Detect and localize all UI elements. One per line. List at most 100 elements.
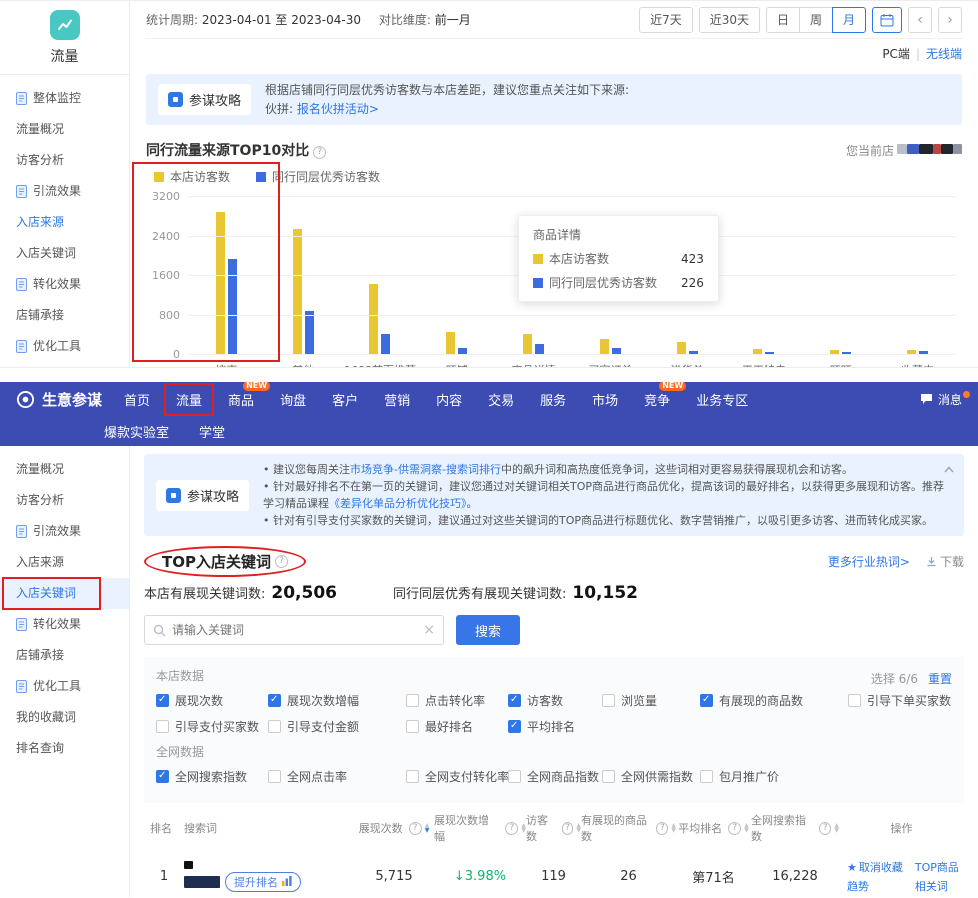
legend-item-2[interactable]: 同行同层优秀访客数 [256,168,380,185]
bar[interactable] [305,311,314,355]
store-checkbox-9[interactable]: 引导支付金额 [268,718,406,735]
info-icon[interactable] [505,822,518,835]
sidebar-item-10[interactable]: 排名查询 [0,733,129,764]
sidebar-item-5[interactable]: 入店来源 [0,207,129,238]
nav-item-10[interactable]: 市场 [592,390,618,409]
sidebar-item-7[interactable]: 店铺承接 [0,640,129,671]
nav-item-5[interactable]: 客户 [332,390,358,409]
sidebar-item-4[interactable]: 入店来源 [0,547,129,578]
advice-link[interactable]: 《差异化单品分析优化技巧》 [329,497,467,510]
download-button[interactable]: 下载 [926,553,964,570]
bar[interactable] [381,334,390,355]
boost-rank-button[interactable]: 提升排名 [225,872,301,892]
store-checkbox-10[interactable]: 最好排名 [406,718,508,735]
next-period-button[interactable] [938,7,962,33]
action-related-words[interactable]: 相关词 [915,878,959,894]
bar-group[interactable] [342,197,419,355]
network-checkbox-4[interactable]: 全网商品指数 [508,768,602,785]
range-button[interactable]: 周 [799,7,833,33]
sidebar-item-2[interactable]: 流量概况 [0,114,129,145]
store-checkbox-7[interactable]: 引导下单买家数 [848,692,952,709]
sidebar-item-5[interactable]: 入店关键词 [0,578,129,609]
store-checkbox-6[interactable]: 有展现的商品数 [700,692,848,709]
network-checkbox-6[interactable]: 包月推广价 [700,768,848,785]
store-checkbox-2[interactable]: 展现次数增幅 [268,692,406,709]
sidebar-item-1[interactable]: 整体监控 [0,83,129,114]
subnav-item-1[interactable]: 爆款实验室 [104,422,169,441]
store-checkbox-1[interactable]: 展现次数 [156,692,268,709]
network-checkbox-2[interactable]: 全网点击率 [268,768,406,785]
sidebar-item-9[interactable]: 优化工具 [0,331,129,362]
network-checkbox-5[interactable]: 全网供需指数 [602,768,700,785]
table-header-6[interactable]: 有展现的商品数▲▼ [581,812,676,844]
nav-item-3[interactable]: 商品NEW [228,390,254,409]
nav-item-8[interactable]: 交易 [488,390,514,409]
nav-item-11[interactable]: 竞争NEW [644,390,670,409]
table-header-7[interactable]: 平均排名▲▼ [676,820,751,836]
sidebar-item-2[interactable]: 访客分析 [0,485,129,516]
subnav-item-2[interactable]: 学堂 [199,422,225,441]
network-checkbox-3[interactable]: 全网支付转化率 [406,768,508,785]
bar[interactable] [293,229,302,355]
legend-item-1[interactable]: 本店访客数 [154,168,230,185]
bar[interactable] [228,259,237,355]
network-checkbox-1[interactable]: 全网搜索指数 [156,768,268,785]
sidebar-item-3[interactable]: 引流效果 [0,516,129,547]
sidebar-item-9[interactable]: 我的收藏词 [0,702,129,733]
sidebar-item-3[interactable]: 访客分析 [0,145,129,176]
device-wireless-tab[interactable]: 无线端 [926,47,962,61]
bar[interactable] [369,284,378,356]
calendar-button[interactable] [872,7,902,33]
action-top-products[interactable]: TOP商品 [915,859,959,875]
info-icon[interactable] [275,555,288,568]
sidebar-item-4[interactable]: 引流效果 [0,176,129,207]
store-checkbox-5[interactable]: 浏览量 [602,692,700,709]
collapse-icon[interactable] [944,462,954,476]
clear-input-icon[interactable] [423,622,435,638]
range-button[interactable]: 近7天 [639,7,693,33]
info-icon[interactable] [409,822,422,835]
info-icon[interactable] [562,822,574,835]
info-icon[interactable] [728,822,741,835]
device-pc-tab[interactable]: PC端 [882,47,910,61]
sort-icon[interactable]: ▲▼ [744,823,749,833]
table-header-5[interactable]: 访客数▲▼ [526,812,581,844]
store-checkbox-3[interactable]: 点击转化率 [406,692,508,709]
store-checkbox-4[interactable]: 访客数 [508,692,602,709]
table-header-8[interactable]: 全网搜索指数▲▼ [751,812,839,844]
info-icon[interactable] [656,822,668,835]
bar-group[interactable] [802,197,879,355]
sidebar-item-8[interactable]: 优化工具 [0,671,129,702]
bar-group[interactable] [265,197,342,355]
nav-item-9[interactable]: 服务 [540,390,566,409]
bar-group[interactable] [879,197,956,355]
sidebar-item-7[interactable]: 转化效果 [0,269,129,300]
nav-item-12[interactable]: 业务专区 [696,390,748,409]
bar-group[interactable] [418,197,495,355]
nav-item-1[interactable]: 首页 [124,390,150,409]
keyword-search-input[interactable] [172,623,417,637]
reset-button[interactable]: 重置 [928,670,952,687]
prev-period-button[interactable] [908,7,932,33]
bar-group[interactable] [726,197,803,355]
store-checkbox-11[interactable]: 平均排名 [508,718,602,735]
advice-link[interactable]: 市场竞争-供需洞察-搜索词排行 [350,463,501,476]
messages-button[interactable]: 消息 [920,391,962,408]
range-button[interactable]: 日 [766,7,800,33]
table-header-4[interactable]: 展现次数增幅▲▼ [434,812,526,844]
sidebar-item-8[interactable]: 店铺承接 [0,300,129,331]
store-checkbox-8[interactable]: 引导支付买家数 [156,718,268,735]
nav-item-2[interactable]: 流量 [176,390,202,409]
nav-item-6[interactable]: 营销 [384,390,410,409]
bar[interactable] [600,339,609,355]
sidebar-item-6[interactable]: 入店关键词 [0,238,129,269]
bar[interactable] [446,332,455,356]
action-cancel-favorite[interactable]: 取消收藏 [847,859,903,875]
range-button[interactable]: 月 [832,7,866,33]
action-trend[interactable]: 趋势 [847,878,903,894]
more-industry-words-link[interactable]: 更多行业热词> [828,553,910,570]
nav-item-4[interactable]: 询盘 [280,390,306,409]
info-icon[interactable] [819,822,831,835]
nav-item-7[interactable]: 内容 [436,390,462,409]
info-icon[interactable] [313,146,326,159]
